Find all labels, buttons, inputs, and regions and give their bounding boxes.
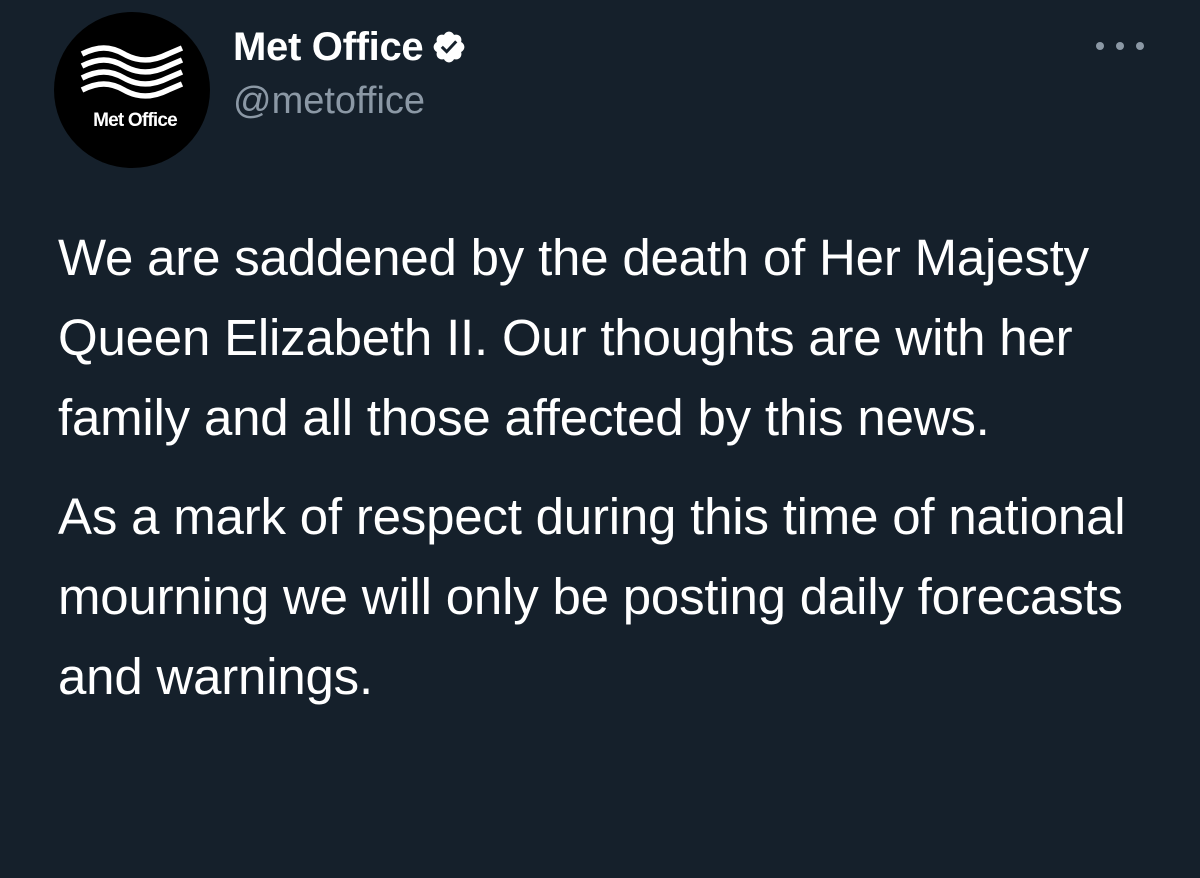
more-options-icon[interactable] [1096,34,1144,58]
avatar[interactable]: Met Office [54,12,210,168]
avatar-label: Met Office [93,110,178,131]
verified-badge-icon [434,31,465,63]
more-dot-icon [1096,42,1104,50]
tweet-body: We are saddened by the death of Her Maje… [58,218,1168,717]
wave-logo-icon [80,45,184,99]
more-dot-icon [1136,42,1144,50]
more-dot-icon [1116,42,1124,50]
display-name[interactable]: Met Office [233,25,424,70]
tweet-card: Met Office Met Office @metoffice We are … [0,0,1200,878]
tweet-paragraph: As a mark of respect during this time of… [58,488,1126,705]
user-handle[interactable]: @metoffice [233,80,425,123]
name-row: Met Office [233,22,467,72]
tweet-paragraph: We are saddened by the death of Her Maje… [58,229,1089,446]
